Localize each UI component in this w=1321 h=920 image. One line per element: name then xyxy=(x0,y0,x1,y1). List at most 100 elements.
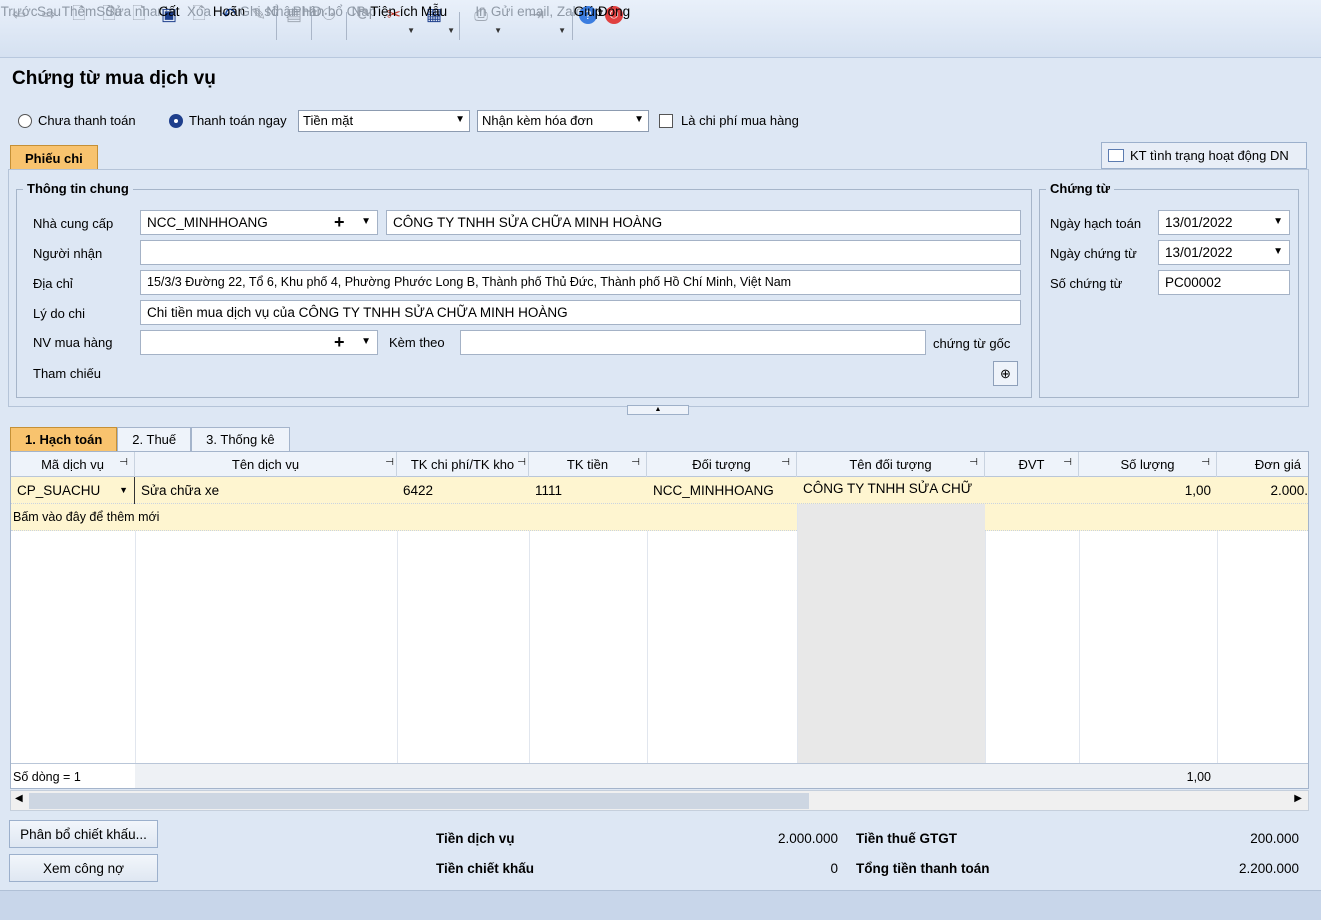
unpaid-radio[interactable]: Chưa thanh toán xyxy=(18,113,136,128)
add-new-row-right[interactable] xyxy=(985,504,1308,531)
discount-amount-label: Tiền chiết khấu xyxy=(436,861,535,876)
chevron-down-icon: ▼ xyxy=(1273,246,1283,257)
supplier-label: Nhà cung cấp xyxy=(33,216,114,231)
allocate-cost-button[interactable]: ⚇ Phân bổ CP xyxy=(293,0,366,56)
col-header-tk-cp[interactable]: TK chi phí/TK kho ⊣ xyxy=(397,452,529,477)
reference-label: Tham chiếu xyxy=(33,366,101,381)
prev-button[interactable]: ⇦ Trước xyxy=(1,0,38,56)
zoom-in-icon[interactable]: ⊕ xyxy=(993,361,1018,386)
col-header-code[interactable]: Mã dịch vụ ⊣ xyxy=(11,452,135,477)
pin-icon[interactable]: ⊣ xyxy=(1063,457,1072,468)
status-bar xyxy=(0,890,1321,920)
voucher-date-label: Ngày chứng từ xyxy=(1050,246,1137,261)
address-field[interactable]: 15/3/3 Đường 22, Tổ 6, Khu phố 4, Phường… xyxy=(140,270,1021,295)
pin-icon[interactable]: ⊣ xyxy=(781,457,790,468)
col-header-so-luong[interactable]: Số lượng ⊣ xyxy=(1079,452,1217,477)
monitor-icon xyxy=(1108,149,1124,162)
horizontal-scrollbar[interactable]: ◀ ▶ xyxy=(10,790,1309,811)
group-title: Chứng từ xyxy=(1046,181,1114,196)
attach-suffix: chứng từ gốc xyxy=(933,336,1011,351)
posting-date-field[interactable]: 13/01/2022 ▼ xyxy=(1158,210,1290,235)
grid-footer: Số dòng = 1 1,00 xyxy=(11,763,1308,788)
scroll-right-icon[interactable]: ▶ xyxy=(1294,793,1302,804)
col-header-don-gia[interactable]: Đơn giá xyxy=(1217,452,1308,477)
grid-tabs: 1. Hạch toán 2. Thuế 3. Thống kê xyxy=(10,427,290,451)
tab-thong-ke[interactable]: 3. Thống kê xyxy=(191,427,290,451)
total-payment: 2.200.000 xyxy=(1238,861,1299,876)
payment-method-select[interactable]: Tiền mặt ▼ xyxy=(298,110,470,132)
address-label: Địa chỉ xyxy=(33,276,73,291)
add-button[interactable]: 🗋 Thêm xyxy=(62,0,97,56)
cell-name[interactable]: Sửa chữa xe xyxy=(135,477,397,504)
chevron-down-icon: ▼ xyxy=(634,114,644,125)
delete-button[interactable]: 🗋 Xóa xyxy=(184,0,214,56)
paynow-radio[interactable]: Thanh toán ngay xyxy=(169,113,287,128)
posting-date-label: Ngày hạch toán xyxy=(1050,216,1142,231)
voucher-number-field[interactable]: PC00002 xyxy=(1158,270,1290,295)
vat-amount: 200.000 xyxy=(1250,831,1299,846)
chevron-down-icon: ▼ xyxy=(361,336,371,347)
col-header-tk-tien[interactable]: TK tiền ⊣ xyxy=(529,452,647,477)
discount-amount: 0 xyxy=(830,861,838,876)
cell-tk-tien[interactable]: 1111 xyxy=(529,477,647,504)
expense-checkbox[interactable]: Là chi phí mua hàng xyxy=(659,113,799,128)
pin-icon[interactable]: ⊣ xyxy=(385,457,394,468)
view-debt-button[interactable]: Xem công nợ xyxy=(9,854,158,882)
chevron-down-icon: ▼ xyxy=(407,26,415,35)
invoice-option-select[interactable]: Nhận kèm hóa đơn ▼ xyxy=(477,110,649,132)
tab-thue[interactable]: 2. Thuế xyxy=(117,427,192,451)
chevron-down-icon: ▼ xyxy=(558,26,566,35)
cell-tk-cp[interactable]: 6422 xyxy=(397,477,529,504)
save-button[interactable]: ▣ Cất xyxy=(154,0,184,56)
receiver-field[interactable] xyxy=(140,240,1021,265)
pin-icon[interactable]: ⊣ xyxy=(631,457,640,468)
chevron-down-icon: ▼ xyxy=(494,26,502,35)
cell-doi-tuong[interactable]: NCC_MINHHOANG xyxy=(647,477,797,504)
pin-icon[interactable]: ⊣ xyxy=(1201,457,1210,468)
voucher-date-field[interactable]: 13/01/2022 ▼ xyxy=(1158,240,1290,265)
cell-ten-doi-tuong[interactable]: CÔNG TY TNHH SỬA CHỮ xyxy=(797,477,985,504)
voucher-number-label: Số chứng từ xyxy=(1050,276,1123,291)
add-new-row[interactable]: Bấm vào đây để thêm mới xyxy=(11,504,797,531)
radio-circle xyxy=(18,113,32,128)
reason-label: Lý do chi xyxy=(33,306,86,321)
tab-phieu-chi[interactable]: Phiếu chi xyxy=(10,145,98,169)
col-header-dvt[interactable]: ĐVT ⊣ xyxy=(985,452,1079,477)
cell-code[interactable]: CP_SUACHU ▼ xyxy=(11,477,135,504)
send-email-button[interactable]: ⇥ Gửi email, Zalo ▼ xyxy=(491,0,583,56)
cell-don-gia[interactable]: 2.000. xyxy=(1217,477,1308,504)
cell-dvt[interactable] xyxy=(985,477,1079,504)
add-new-label[interactable]: Bấm vào đây để thêm mới xyxy=(11,504,311,531)
quick-edit-button[interactable]: 🗋 Sửa nhanh xyxy=(106,0,173,56)
reason-field[interactable]: Chi tiền mua dịch vụ của CÔNG TY TNHH SỬ… xyxy=(140,300,1021,325)
chevron-down-icon[interactable]: ▼ xyxy=(119,485,128,495)
template-button[interactable]: ▦ Mẫu ▼ xyxy=(419,0,455,56)
close-button[interactable]: ⏻ Đóng xyxy=(598,0,630,56)
chevron-down-icon: ▼ xyxy=(361,216,371,227)
add-icon[interactable]: + xyxy=(334,212,345,233)
kt-status-button[interactable]: KT tình trạng hoạt động DN xyxy=(1101,142,1307,169)
collapse-toggle[interactable]: ▲ xyxy=(627,405,689,415)
next-button[interactable]: ⇨ Sau xyxy=(34,0,64,56)
buyer-label: NV mua hàng xyxy=(33,335,113,350)
pin-icon[interactable]: ⊣ xyxy=(969,457,978,468)
chevron-down-icon: ▼ xyxy=(455,114,465,125)
attach-field[interactable] xyxy=(460,330,926,355)
scroll-left-icon[interactable]: ◀ xyxy=(15,793,23,804)
tab-hach-toan[interactable]: 1. Hạch toán xyxy=(10,427,118,451)
table-row[interactable]: CP_SUACHU ▼ Sửa chữa xe 6422 1111 NCC_MIN… xyxy=(11,477,1308,504)
scroll-thumb[interactable] xyxy=(29,793,809,809)
col-header-name[interactable]: Tên dịch vụ ⊣ xyxy=(135,452,397,477)
utilities-button[interactable]: ✂ Tiện ích ▼ xyxy=(370,0,418,56)
col-header-ten-doi-tuong[interactable]: Tên đối tượng ⊣ xyxy=(797,452,985,477)
supplier-name-field[interactable]: CÔNG TY TNHH SỬA CHỮA MINH HOÀNG xyxy=(386,210,1021,235)
col-header-doi-tuong[interactable]: Đối tượng ⊣ xyxy=(647,452,797,477)
checkbox-box xyxy=(659,113,673,128)
pin-icon[interactable]: ⊣ xyxy=(517,457,526,468)
group-title: Thông tin chung xyxy=(23,181,133,196)
pin-icon[interactable]: ⊣ xyxy=(119,457,128,468)
row-count: Số dòng = 1 xyxy=(11,764,135,788)
cell-so-luong[interactable]: 1,00 xyxy=(1079,477,1217,504)
allocate-discount-button[interactable]: Phân bổ chiết khấu... xyxy=(9,820,158,848)
add-icon[interactable]: + xyxy=(334,332,345,353)
